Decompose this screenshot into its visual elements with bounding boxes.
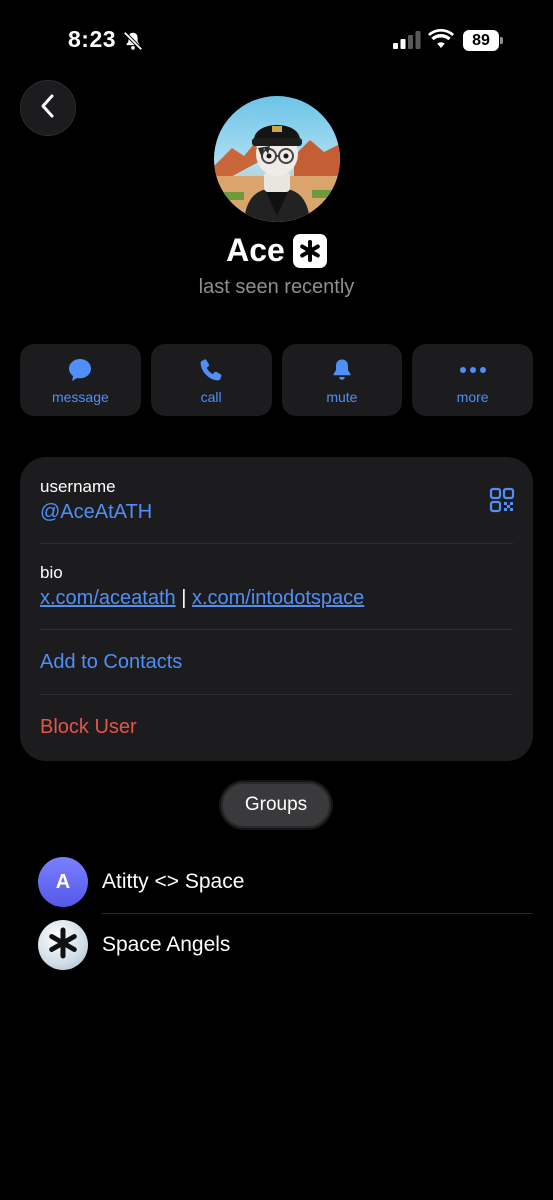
group-avatar-letter: A: [55, 870, 71, 893]
tab-groups[interactable]: Groups: [221, 782, 331, 828]
add-to-contacts-label: Add to Contacts: [40, 650, 183, 673]
more-label: more: [456, 389, 489, 405]
chevron-left-icon: [38, 93, 58, 124]
profile-name-row: Ace: [0, 232, 553, 269]
call-label: call: [200, 389, 222, 405]
bio-row: bio x.com/aceatath | x.com/intodotspace: [40, 563, 513, 630]
status-bar: 8:23 89: [0, 0, 553, 80]
list-divider: [102, 913, 533, 914]
wifi-icon: [428, 28, 454, 54]
info-card: username @AceAtATH bio x.com/aceatath | …: [20, 457, 533, 761]
asterisk-logo-icon: [46, 926, 80, 965]
bio-value: x.com/aceatath | x.com/intodotspace: [40, 587, 513, 610]
block-user-button[interactable]: Block User: [40, 695, 513, 760]
bell-slash-icon: [122, 30, 144, 57]
signal-icon: [393, 31, 421, 54]
ellipsis-icon: [459, 355, 487, 385]
bio-link-intodotspace[interactable]: x.com/intodotspace: [192, 587, 364, 609]
phone-icon: [198, 355, 224, 385]
battery-level: 89: [472, 32, 490, 49]
list-item[interactable]: A Atitty <> Space: [38, 856, 533, 914]
add-to-contacts-button[interactable]: Add to Contacts: [40, 630, 513, 695]
bell-icon: [329, 355, 355, 385]
mute-button[interactable]: mute: [281, 344, 403, 416]
back-button[interactable]: [20, 80, 76, 136]
message-button[interactable]: message: [20, 344, 141, 416]
list-item[interactable]: Space Angels: [38, 919, 533, 971]
group-avatar: A: [38, 857, 88, 907]
asterisk-badge-icon[interactable]: [292, 233, 327, 268]
action-row: message call mute more: [20, 344, 533, 416]
username-value[interactable]: @AceAtATH: [40, 501, 513, 524]
block-user-label: Block User: [40, 716, 137, 738]
status-time: 8:23: [68, 26, 117, 52]
group-name: Atitty <> Space: [102, 870, 245, 893]
battery-icon: 89: [463, 30, 503, 51]
bio-separator: |: [181, 587, 187, 609]
profile-status: last seen recently: [198, 276, 355, 298]
more-button[interactable]: more: [412, 344, 533, 416]
bio-label: bio: [40, 563, 63, 582]
mute-label: mute: [326, 389, 358, 405]
username-row[interactable]: username @AceAtATH: [40, 477, 513, 544]
group-avatar: [38, 920, 88, 970]
group-name: Space Angels: [102, 933, 231, 956]
bio-link-aceatath[interactable]: x.com/aceatath: [40, 587, 176, 609]
message-bubble-icon: [67, 355, 93, 385]
profile-name: Ace: [226, 232, 285, 268]
call-button[interactable]: call: [150, 344, 272, 416]
profile-avatar[interactable]: [214, 96, 340, 222]
message-label: message: [51, 389, 109, 405]
qr-code-icon[interactable]: [489, 487, 515, 518]
username-label: username: [40, 477, 116, 496]
